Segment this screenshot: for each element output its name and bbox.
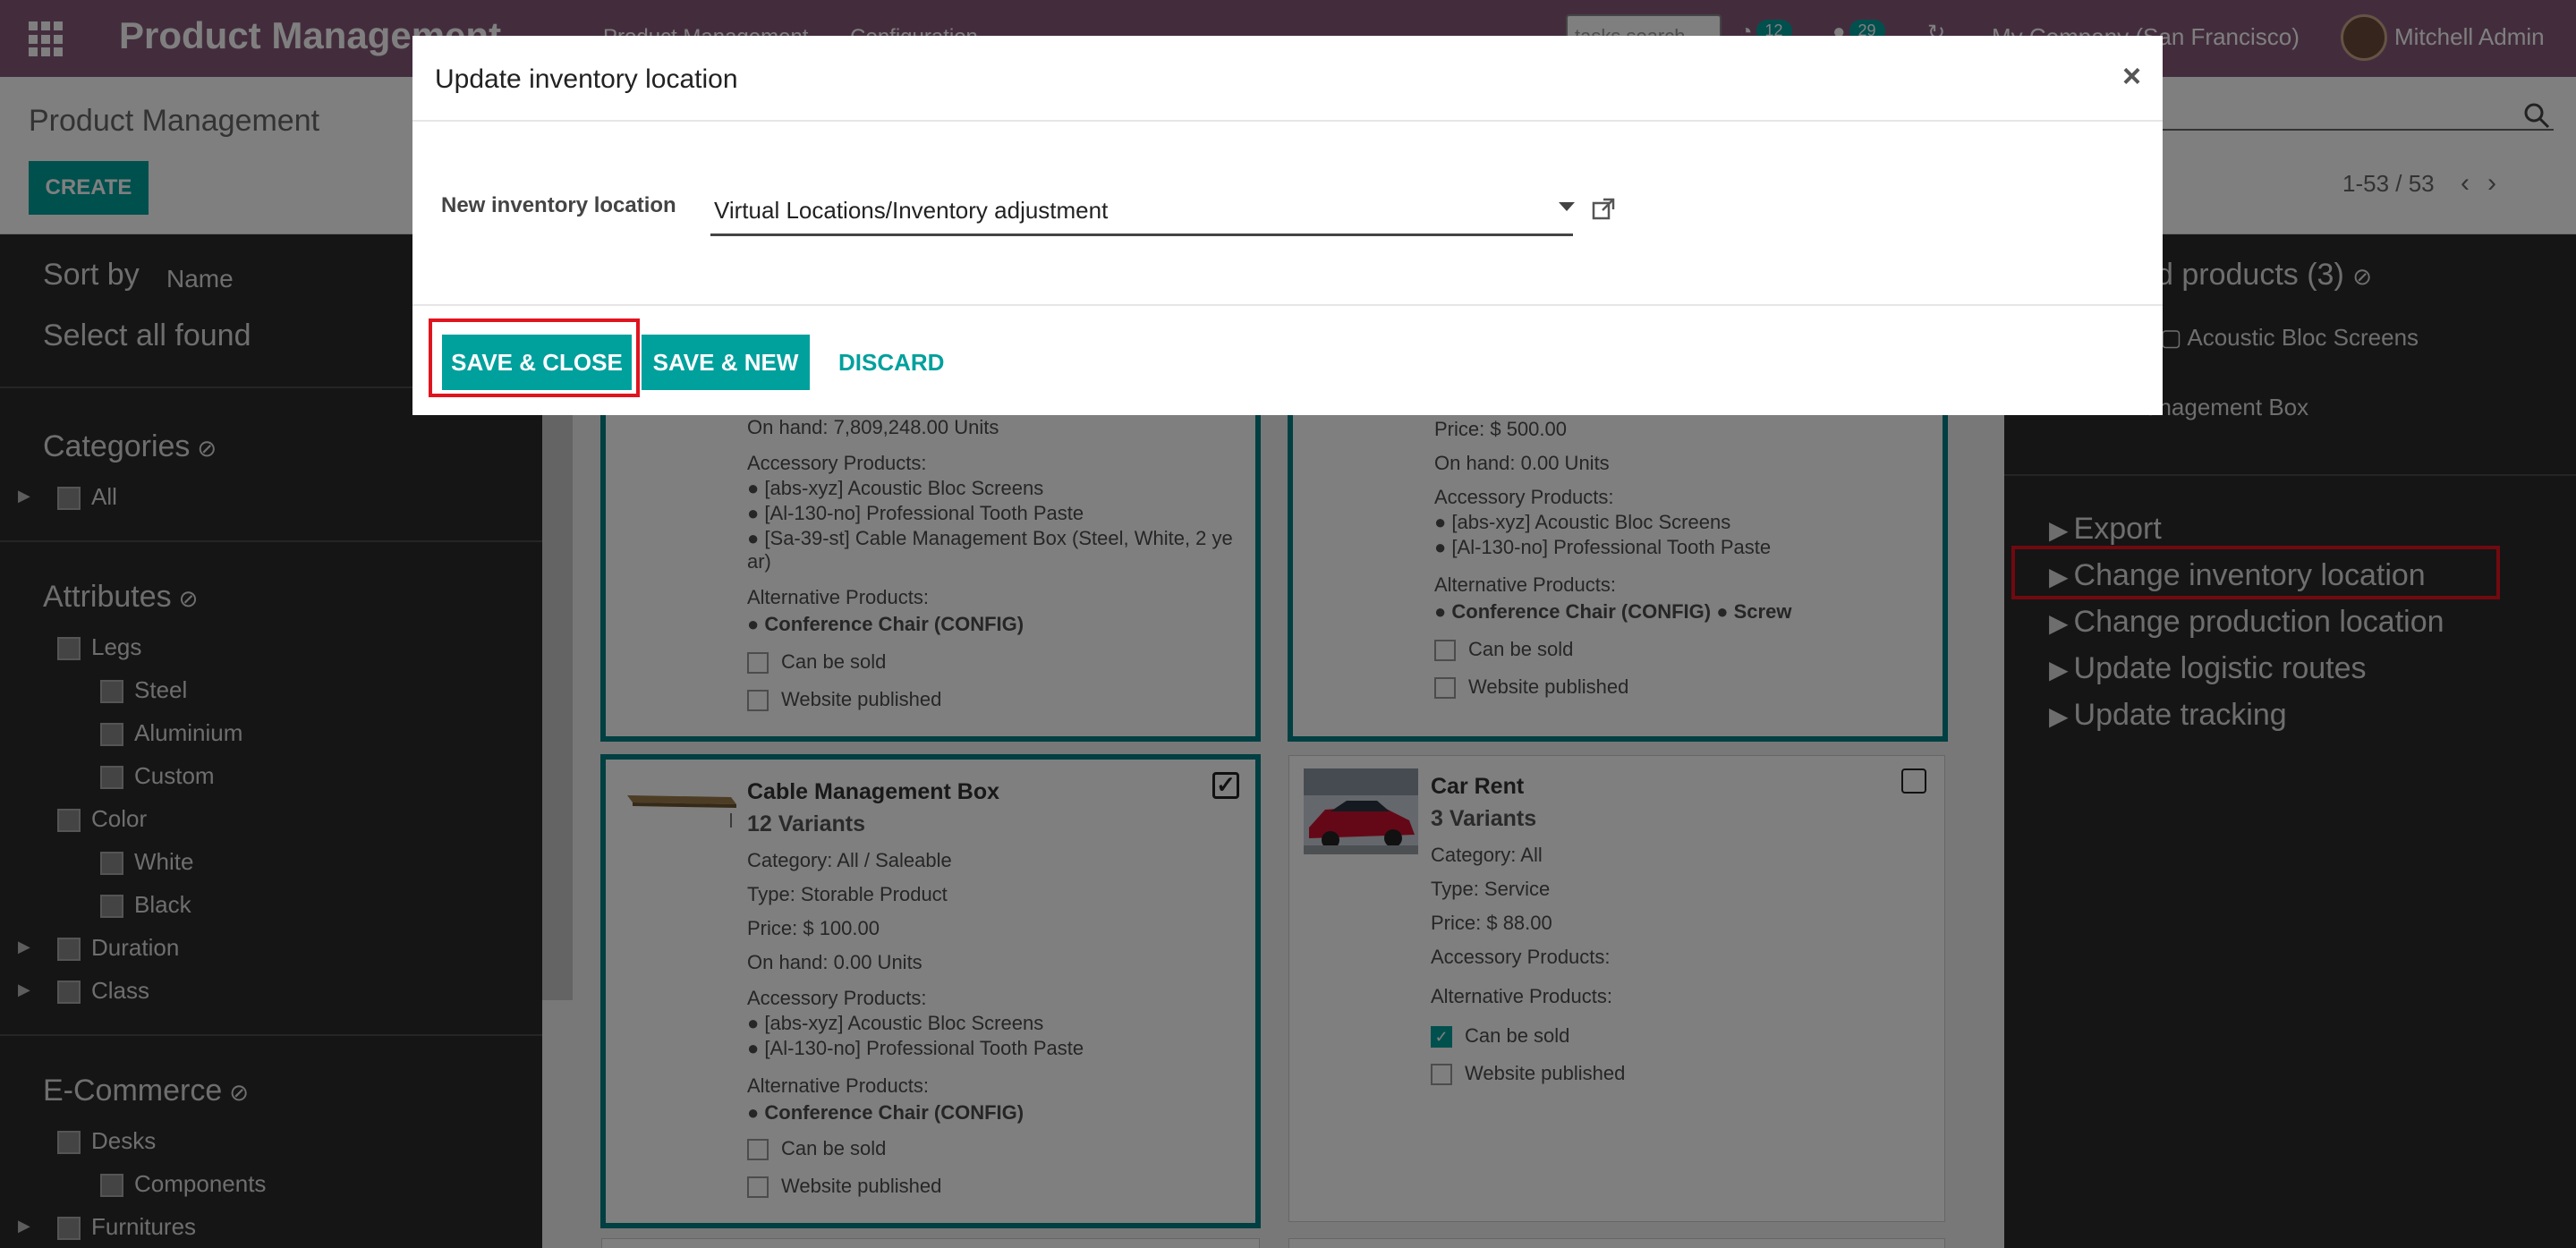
new-inventory-location-label: New inventory location	[441, 193, 676, 217]
modal-title: Update inventory location	[435, 64, 738, 94]
highlight-save-and-close	[429, 318, 640, 397]
save-and-new-button[interactable]: SAVE & NEW	[642, 335, 810, 390]
caret-down-icon[interactable]	[1559, 202, 1575, 211]
close-icon[interactable]: ×	[2122, 57, 2141, 95]
discard-button[interactable]: DISCARD	[838, 335, 946, 390]
new-inventory-location-input[interactable]: Virtual Locations/Inventory adjustment	[710, 193, 1573, 236]
modal-header: Update inventory location ×	[412, 36, 2163, 122]
external-link-icon[interactable]	[1591, 197, 1616, 222]
